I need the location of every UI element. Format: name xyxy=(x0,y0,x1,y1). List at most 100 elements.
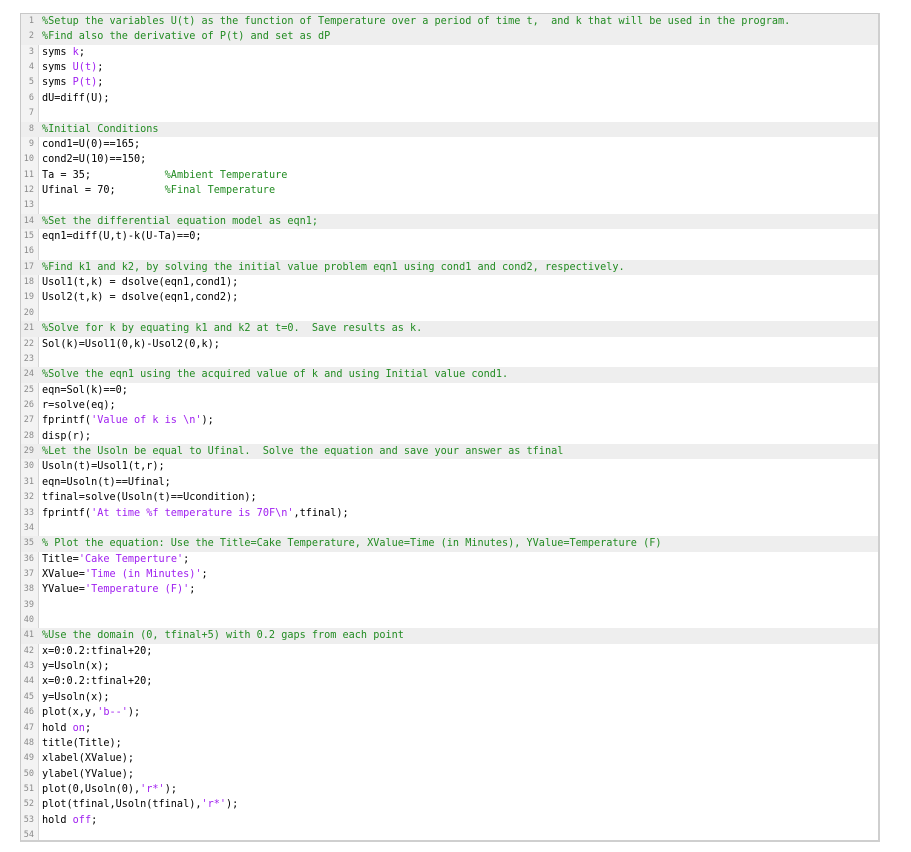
comment-line[interactable]: 35 % Plot the equation: Use the Title=Cak… xyxy=(21,536,878,552)
code-token: fprintf( xyxy=(42,507,92,519)
code-token: ,tfinal); xyxy=(293,507,349,519)
code-line[interactable]: 43 y=Usoln(x); xyxy=(21,659,878,674)
code-line[interactable]: 49 xlabel(XValue); xyxy=(21,751,878,766)
line-code: r=solve(eq); xyxy=(42,398,116,413)
blank-line[interactable]: 23 xyxy=(21,352,878,367)
code-token: ; xyxy=(78,46,85,58)
code-line[interactable]: 37 XValue='Time (in Minutes)'; xyxy=(21,567,878,582)
code-line[interactable]: 53 hold off; xyxy=(21,813,878,828)
line-number: 22 xyxy=(23,338,34,349)
code-line[interactable]: 12 Ufinal = 70; %Final Temperature xyxy=(21,183,878,198)
code-token: tfinal=solve(Usoln(t)==Ucondition); xyxy=(42,492,257,504)
line-number: 14 xyxy=(23,215,34,226)
string-token: 'b--' xyxy=(97,707,128,719)
code-line[interactable]: 19 Usol2(t,k) = dsolve(eqn1,cond2); xyxy=(21,290,878,305)
code-token: plot(x,y, xyxy=(42,707,98,719)
comment-line[interactable]: 24 %Solve the eqn1 using the acquired val… xyxy=(21,367,878,383)
code-line[interactable]: 31 eqn=Usoln(t)==Ufinal; xyxy=(21,475,878,490)
line-code: title(Title); xyxy=(42,736,122,751)
comment-line[interactable]: 29 %Let the Usoln be equal to Ufinal. Sol… xyxy=(21,444,878,460)
code-line[interactable]: 33 fprintf('At time %f temperature is 70F… xyxy=(21,506,878,521)
code-line[interactable]: 15 eqn1=diff(U,t)-k(U-Ta)==0; xyxy=(21,229,878,244)
line-code: %Solve for k by equating k1 and k2 at t=… xyxy=(42,321,422,336)
comment-token: %Find k1 and k2, by solving the initial … xyxy=(42,261,625,273)
comment-line[interactable]: 17 %Find k1 and k2, by solving the initia… xyxy=(21,259,878,276)
code-line[interactable]: 42 x=0:0.2:tfinal+20; xyxy=(21,644,878,659)
blank-line[interactable]: 34 xyxy=(21,521,878,536)
code-line[interactable]: 6 dU=diff(U); xyxy=(21,91,878,106)
line-code: %Find k1 and k2, by solving the initial … xyxy=(42,260,625,275)
code-lines: 1 %Setup the variables U(t) as the functi… xyxy=(21,14,878,840)
code-line[interactable]: 30 Usoln(t)=Usol1(t,r); xyxy=(21,459,878,474)
code-token: YValue= xyxy=(42,584,85,596)
code-token: Usol1(t,k) = dsolve(eqn1,cond1); xyxy=(42,277,239,289)
comment-line[interactable]: 21 %Solve for k by equating k1 and k2 at … xyxy=(21,321,878,337)
comment-line[interactable]: 41 %Use the domain (0, tfinal+5) with 0.2… xyxy=(21,628,878,644)
code-line[interactable]: 36 Title='Cake Temperture'; xyxy=(21,552,878,567)
line-code: disp(r); xyxy=(42,429,91,444)
blank-line[interactable]: 40 xyxy=(21,613,878,628)
line-number: 25 xyxy=(23,384,34,395)
symbol-token: on xyxy=(72,722,85,734)
code-token: Sol(k)=Usol1(0,k)-Usol2(0,k); xyxy=(42,338,220,350)
blank-line[interactable]: 39 xyxy=(21,598,878,613)
code-line[interactable]: 32 tfinal=solve(Usoln(t)==Ucondition); xyxy=(21,490,878,505)
line-number: 20 xyxy=(23,307,34,318)
code-line[interactable]: 52 plot(tfinal,Usoln(tfinal),'r*'); xyxy=(21,797,878,812)
code-line[interactable]: 47 hold on; xyxy=(21,721,878,736)
code-line[interactable]: 28 disp(r); xyxy=(21,429,878,444)
line-code: %Find also the derivative of P(t) and se… xyxy=(42,29,330,44)
code-token: title(Title); xyxy=(42,737,122,749)
code-line[interactable]: 3 syms k; xyxy=(21,45,878,60)
code-line[interactable]: 46 plot(x,y,'b--'); xyxy=(21,705,878,720)
code-editor[interactable]: 1 %Setup the variables U(t) as the functi… xyxy=(20,13,880,842)
line-code: Title='Cake Temperture'; xyxy=(42,552,189,567)
string-token: 'r*' xyxy=(140,783,165,795)
code-line[interactable]: 9 cond1=U(0)==165; xyxy=(21,137,878,152)
code-line[interactable]: 45 y=Usoln(x); xyxy=(21,690,878,705)
line-code: fprintf('Value of k is \n'); xyxy=(42,413,214,428)
blank-line[interactable]: 16 xyxy=(21,244,878,259)
code-line[interactable]: 11 Ta = 35; %Ambient Temperature xyxy=(21,168,878,183)
code-token: ); xyxy=(127,707,141,719)
code-token: ; xyxy=(189,584,196,596)
blank-line[interactable]: 7 xyxy=(21,106,878,121)
code-line[interactable]: 38 YValue='Temperature (F)'; xyxy=(21,582,878,597)
code-line[interactable]: 25 eqn=Sol(k)==0; xyxy=(21,383,878,398)
code-token: hold xyxy=(42,722,73,734)
blank-line[interactable]: 13 xyxy=(21,198,878,213)
code-line[interactable]: 26 r=solve(eq); xyxy=(21,398,878,413)
code-line[interactable]: 51 plot(0,Usoln(0),'r*'); xyxy=(21,782,878,797)
code-line[interactable]: 50 ylabel(YValue); xyxy=(21,767,878,782)
line-code: YValue='Temperature (F)'; xyxy=(42,582,195,597)
line-number: 12 xyxy=(23,184,34,195)
code-line[interactable]: 44 x=0:0.2:tfinal+20; xyxy=(21,674,878,689)
code-line[interactable]: 22 Sol(k)=Usol1(0,k)-Usol2(0,k); xyxy=(21,337,878,352)
comment-token: %Find also the derivative of P(t) and se… xyxy=(42,31,331,43)
comment-line[interactable]: 8 %Initial Conditions xyxy=(21,121,878,137)
blank-line[interactable]: 54 xyxy=(21,828,878,840)
code-line[interactable]: 10 cond2=U(10)==150; xyxy=(21,152,878,167)
comment-line[interactable]: 1 %Setup the variables U(t) as the functi… xyxy=(21,14,878,30)
line-code: syms P(t); xyxy=(42,75,103,90)
line-number: 42 xyxy=(23,645,34,656)
line-number: 28 xyxy=(23,430,34,441)
line-number: 19 xyxy=(23,292,34,303)
code-line[interactable]: 5 syms P(t); xyxy=(21,75,878,90)
code-line[interactable]: 4 syms U(t); xyxy=(21,60,878,75)
code-line[interactable]: 48 title(Title); xyxy=(21,736,878,751)
comment-token: %Ambient Temperature xyxy=(164,169,288,181)
comment-line[interactable]: 2 %Find also the derivative of P(t) and s… xyxy=(21,29,878,45)
code-line[interactable]: 27 fprintf('Value of k is \n'); xyxy=(21,413,878,428)
line-number: 13 xyxy=(23,200,34,211)
line-code: % Plot the equation: Use the Title=Cake … xyxy=(42,536,661,551)
code-line[interactable]: 18 Usol1(t,k) = dsolve(eqn1,cond1); xyxy=(21,275,878,290)
line-number: 52 xyxy=(23,799,34,810)
line-number: 11 xyxy=(23,169,34,180)
line-code: cond1=U(0)==165; xyxy=(42,137,140,152)
line-number: 31 xyxy=(23,476,34,487)
blank-line[interactable]: 20 xyxy=(21,306,878,321)
comment-line[interactable]: 14 %Set the differential equation model a… xyxy=(21,213,878,230)
symbol-token: off xyxy=(72,814,92,826)
line-number: 44 xyxy=(23,676,34,687)
